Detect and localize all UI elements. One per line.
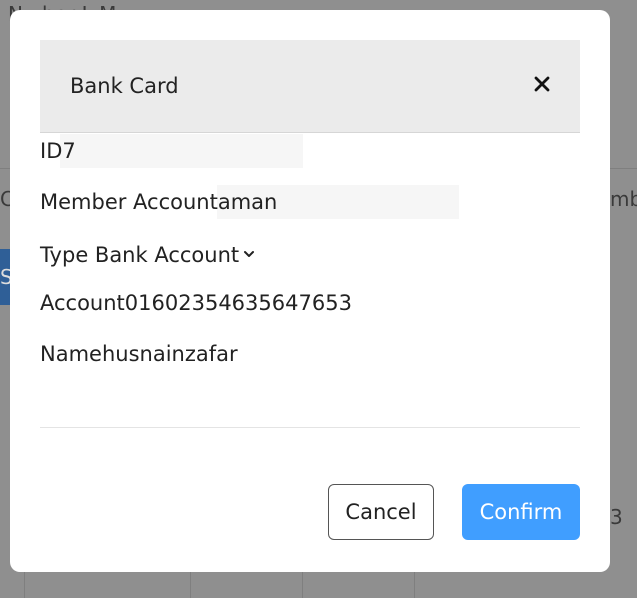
background-column-fragment-right: mb — [610, 187, 637, 211]
account-value[interactable]: 01602354635647653 — [125, 291, 352, 315]
id-label: ID — [40, 139, 63, 163]
background-cell-border — [302, 572, 303, 598]
account-label: Account — [40, 291, 125, 315]
id-input-background — [60, 134, 303, 168]
background-button-fragment: Se — [0, 249, 10, 305]
id-field: ID7 — [40, 139, 76, 163]
id-value[interactable]: 7 — [62, 139, 75, 163]
member-account-label: Member Account — [40, 190, 218, 214]
member-account-value[interactable]: aman — [218, 190, 278, 214]
confirm-button[interactable]: Confirm — [462, 484, 580, 540]
dialog-header: Bank Card — [40, 40, 580, 133]
name-field: Namehusnainzafar — [40, 342, 238, 366]
background-cell-border — [190, 572, 191, 598]
member-account-field: Member Accountaman — [40, 190, 277, 214]
background-cell-border — [24, 572, 25, 598]
account-field: Account01602354635647653 — [40, 291, 352, 315]
type-bank-account-field[interactable]: Type Bank Account — [40, 241, 255, 267]
chevron-down-icon[interactable] — [243, 241, 255, 257]
cancel-button[interactable]: Cancel — [328, 484, 434, 540]
background-number-fragment: 3 — [610, 505, 623, 529]
name-label: Name — [40, 342, 102, 366]
type-bank-account-label: Type Bank Account — [40, 243, 240, 267]
bank-card-dialog: Bank Card ID7 Member Accountaman Type Ba… — [10, 10, 610, 572]
background-cell-border — [414, 572, 415, 598]
dialog-footer-divider — [40, 427, 580, 428]
close-icon[interactable] — [532, 74, 552, 94]
name-value[interactable]: husnainzafar — [102, 342, 238, 366]
dialog-title: Bank Card — [70, 74, 179, 98]
